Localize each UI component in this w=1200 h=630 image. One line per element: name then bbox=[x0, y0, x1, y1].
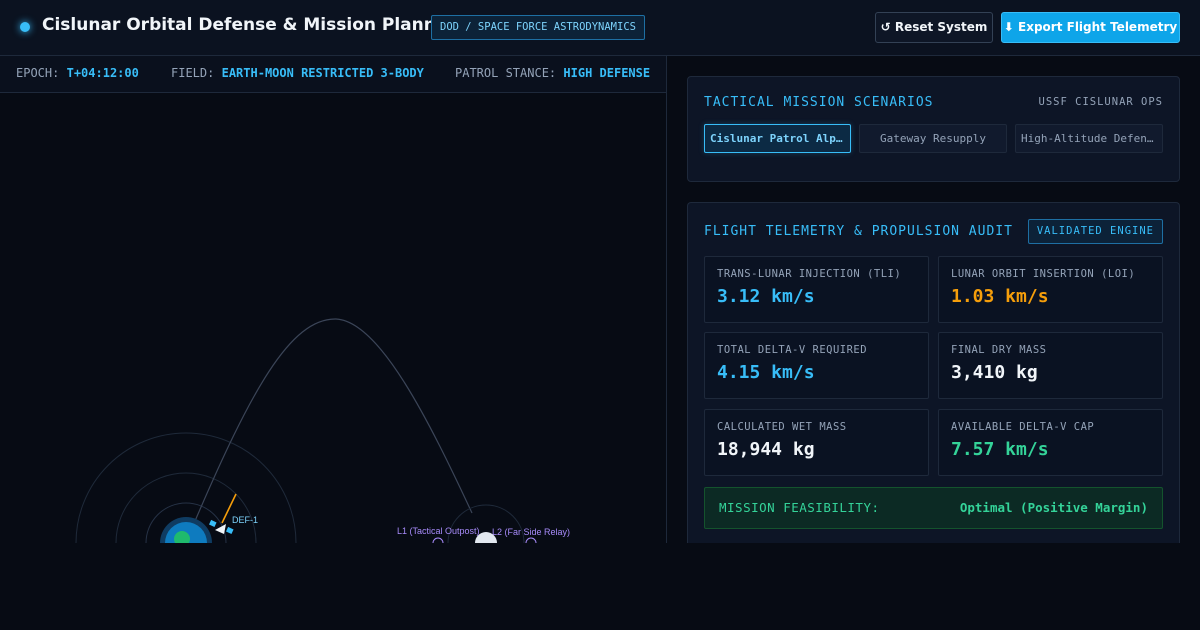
simulation-status-bar: EPOCH: T+04:12:00 FIELD: EARTH-MOON REST… bbox=[0, 56, 666, 93]
metric-total-delta-v: TOTAL DELTA-V REQUIRED 4.15 km/s bbox=[704, 332, 929, 399]
epoch-readout: EPOCH: T+04:12:00 bbox=[16, 66, 139, 80]
stance-value: HIGH DEFENSE bbox=[563, 66, 651, 80]
transfer-trajectory bbox=[194, 318, 473, 522]
export-telemetry-button[interactable]: ⬇ Export Flight Telemetry bbox=[1001, 12, 1180, 43]
field-readout: FIELD: EARTH-MOON RESTRICTED 3-BODY bbox=[171, 66, 424, 80]
feasibility-label: MISSION FEASIBILITY: bbox=[719, 500, 880, 515]
department-badge: DOD / SPACE FORCE ASTRODYNAMICS bbox=[431, 15, 645, 40]
metric-label: LUNAR ORBIT INSERTION (LOI) bbox=[951, 268, 1136, 280]
tab-gateway-resupply[interactable]: Gateway Resupply bbox=[859, 124, 1007, 153]
scenarios-title: TACTICAL MISSION SCENARIOS bbox=[704, 95, 934, 110]
app-title: Cislunar Orbital Defense & Mission Plann… bbox=[42, 15, 456, 35]
field-value: EARTH-MOON RESTRICTED 3-BODY bbox=[221, 66, 424, 80]
metric-value: 18,944 kg bbox=[717, 439, 815, 460]
metric-wet-mass: CALCULATED WET MASS 18,944 kg bbox=[704, 409, 929, 476]
metric-label: TRANS-LUNAR INJECTION (TLI) bbox=[717, 268, 902, 280]
metric-label: AVAILABLE DELTA-V CAP bbox=[951, 421, 1095, 433]
mission-feasibility-banner: MISSION FEASIBILITY: Optimal (Positive M… bbox=[704, 487, 1163, 529]
flight-telemetry-card: FLIGHT TELEMETRY & PROPULSION AUDIT VALI… bbox=[687, 202, 1180, 547]
metric-loi: LUNAR ORBIT INSERTION (LOI) 1.03 km/s bbox=[938, 256, 1163, 323]
spacecraft-icon[interactable] bbox=[209, 519, 234, 534]
page-background bbox=[0, 543, 1200, 630]
mission-scenarios-card: TACTICAL MISSION SCENARIOS USSF CISLUNAR… bbox=[687, 76, 1180, 182]
validated-engine-badge: VALIDATED ENGINE bbox=[1027, 219, 1163, 244]
epoch-label: EPOCH: bbox=[16, 66, 60, 80]
scenarios-subtitle: USSF CISLUNAR OPS bbox=[1038, 96, 1163, 108]
metric-value: 4.15 km/s bbox=[717, 362, 815, 383]
metric-label: FINAL DRY MASS bbox=[951, 344, 1047, 356]
telemetry-title: FLIGHT TELEMETRY & PROPULSION AUDIT bbox=[704, 224, 1013, 239]
metric-value: 7.57 km/s bbox=[951, 439, 1049, 460]
tab-high-altitude-defense[interactable]: High-Altitude Defense bbox=[1015, 124, 1163, 153]
field-label: FIELD: bbox=[171, 66, 215, 80]
metric-label: CALCULATED WET MASS bbox=[717, 421, 847, 433]
orbit-canvas[interactable]: DEF-1 L1 (Tactical Outpost) L2 (Far Side… bbox=[0, 93, 666, 543]
spacecraft-label: DEF-1 bbox=[232, 515, 258, 525]
stance-label: PATROL STANCE: bbox=[455, 66, 557, 80]
feasibility-value: Optimal (Positive Margin) bbox=[959, 500, 1148, 515]
reset-system-button[interactable]: ↺ Reset System bbox=[875, 12, 993, 43]
metric-value: 3.12 km/s bbox=[717, 286, 815, 307]
tab-cislunar-patrol-alpha[interactable]: Cislunar Patrol Alpha bbox=[704, 124, 851, 153]
metric-value: 3,410 kg bbox=[951, 362, 1038, 383]
l1-label: L1 (Tactical Outpost) bbox=[397, 526, 480, 536]
metric-value: 1.03 km/s bbox=[951, 286, 1049, 307]
metric-label: TOTAL DELTA-V REQUIRED bbox=[717, 344, 868, 356]
stance-readout: PATROL STANCE: HIGH DEFENSE bbox=[455, 66, 650, 80]
orbital-simulation-panel: EPOCH: T+04:12:00 FIELD: EARTH-MOON REST… bbox=[0, 56, 667, 543]
l2-label: L2 (Far Side Relay) bbox=[492, 527, 570, 537]
status-indicator bbox=[20, 22, 30, 32]
metric-tli: TRANS-LUNAR INJECTION (TLI) 3.12 km/s bbox=[704, 256, 929, 323]
metric-dry-mass: FINAL DRY MASS 3,410 kg bbox=[938, 332, 1163, 399]
app-header: Cislunar Orbital Defense & Mission Plann… bbox=[0, 0, 1200, 56]
epoch-value: T+04:12:00 bbox=[66, 66, 139, 80]
metric-delta-v-cap: AVAILABLE DELTA-V CAP 7.57 km/s bbox=[938, 409, 1163, 476]
